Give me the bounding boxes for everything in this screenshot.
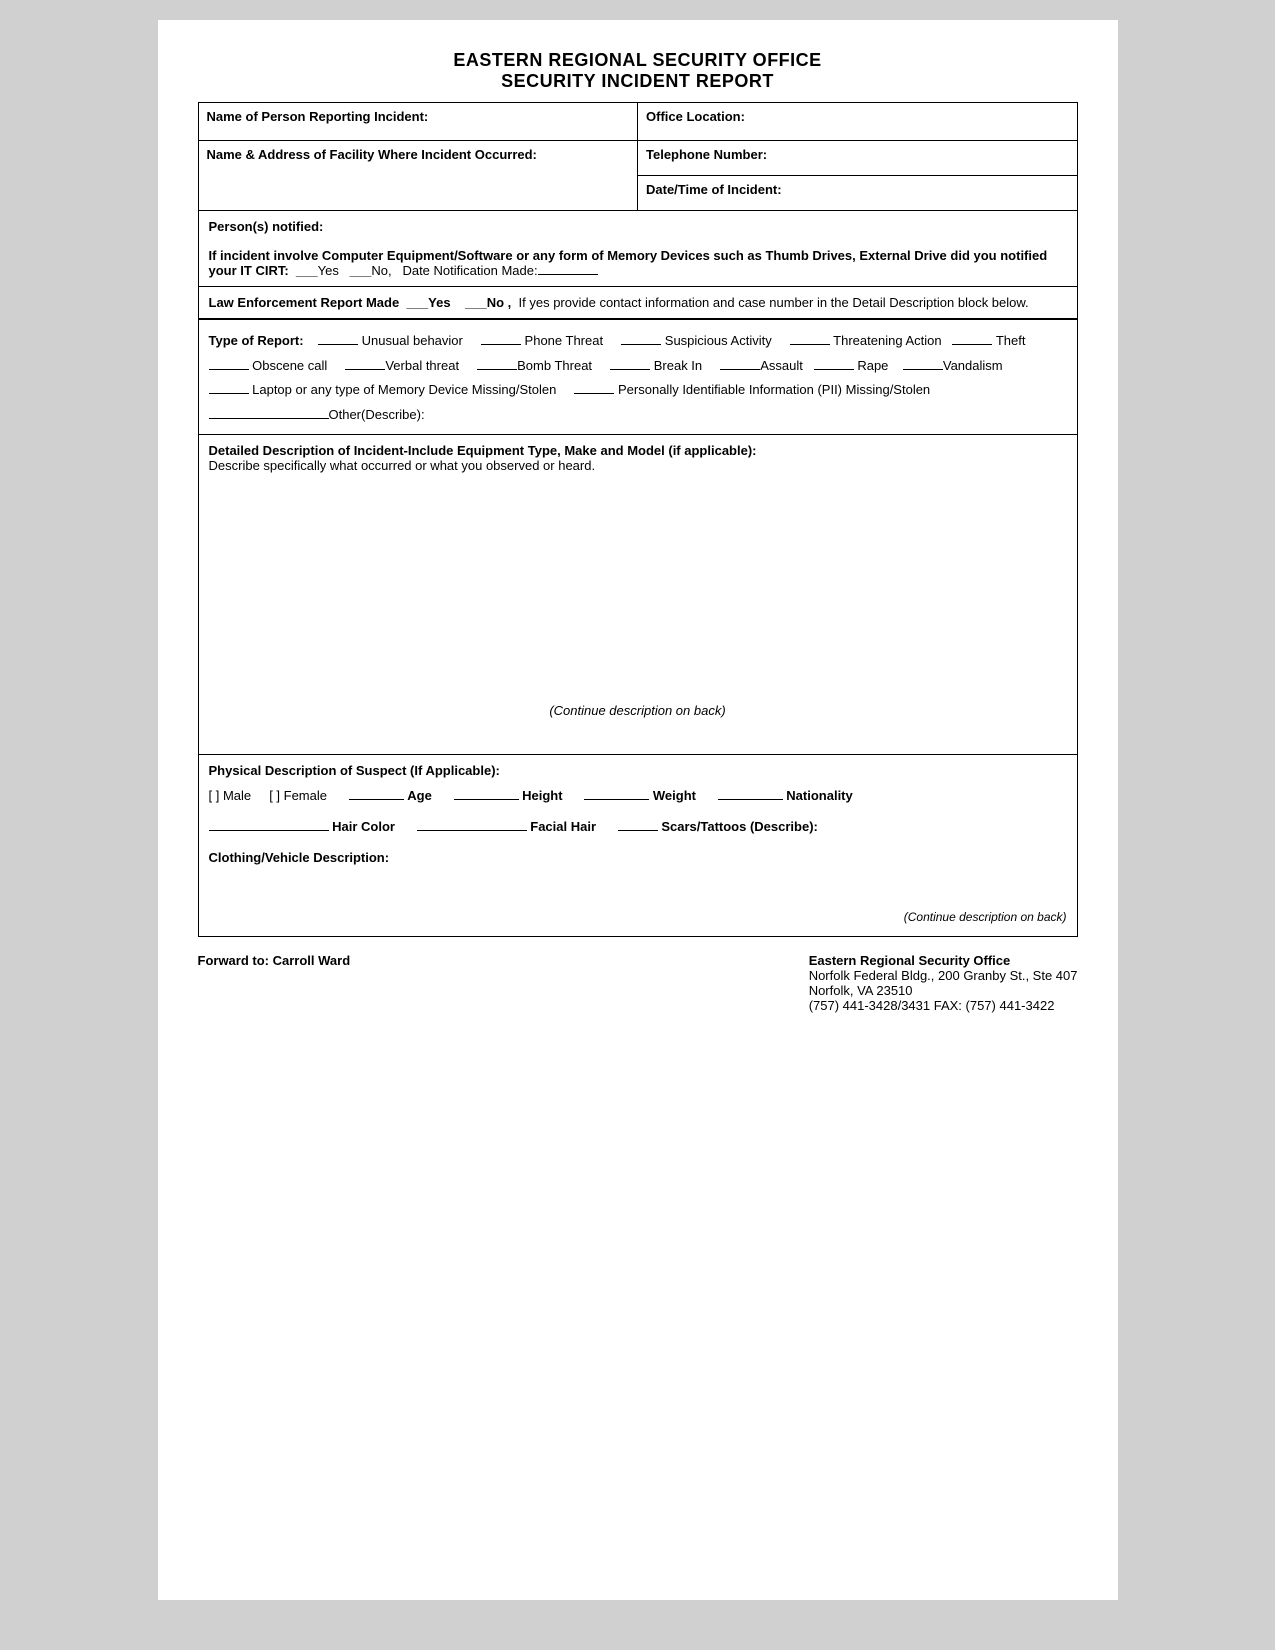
type-report-row4: Other(Describe): [209,403,1067,428]
other-describe: Other(Describe): [329,407,425,422]
physical-label: Physical Description of Suspect (If Appl… [209,763,1067,778]
office-address: Eastern Regional Security Office Norfolk… [809,953,1078,1013]
assault: Assault [760,358,803,373]
phone-threat: Phone Threat [525,333,604,348]
vandalism: Vandalism [943,358,1003,373]
persons-notified-section: Person(s) notified: If incident involve … [198,211,1078,287]
hair-color-label: Hair Color [332,819,395,834]
rape: Rape [857,358,888,373]
persons-notified-label: Person(s) notified: [209,219,1067,234]
threatening-action: Threatening Action [833,333,941,348]
office-addr-line1: Eastern Regional Security Office [809,953,1078,968]
gender-female: [ ] Female [269,788,327,803]
scars-label: Scars/Tattoos (Describe): [661,819,818,834]
hair-facial-row: Hair Color Facial Hair Scars/Tattoos (De… [209,814,1067,840]
nationality-label: Nationality [786,788,852,803]
continue-note: (Continue description on back) [209,703,1067,718]
office-addr-line2: Norfolk Federal Bldg., 200 Granby St., S… [809,968,1078,983]
laptop-missing: Laptop or any type of Memory Device Miss… [252,382,556,397]
gender-male: [ ] Male [209,788,252,803]
physical-description-section: Physical Description of Suspect (If Appl… [198,755,1078,937]
type-report-row2: Obscene call Verbal threat Bomb Threat B… [209,354,1067,379]
title-line1: EASTERN REGIONAL SECURITY OFFICE [198,50,1078,71]
gender-age-row: [ ] Male [ ] Female Age Height Weight Na… [209,783,1067,809]
page: EASTERN REGIONAL SECURITY OFFICE SECURIT… [158,20,1118,1600]
clothing-label: Clothing/Vehicle Description: [209,850,390,865]
unusual-behavior: Unusual behavior [362,333,463,348]
description-content-area[interactable] [209,473,1067,693]
continue-right: (Continue description on back) [209,906,1067,928]
description-label: Detailed Description of Incident-Include… [209,443,1067,473]
footer-section: Forward to: Carroll Ward Eastern Regiona… [198,953,1078,1013]
bomb-threat: Bomb Threat [517,358,592,373]
law-text: Law Enforcement Report Made ___Yes ___No… [209,295,1067,310]
facility-label: Name & Address of Facility Where Inciden… [207,147,537,162]
clothing-content[interactable] [209,876,1067,906]
title-block: EASTERN REGIONAL SECURITY OFFICE SECURIT… [198,50,1078,92]
title-line2: SECURITY INCIDENT REPORT [198,71,1078,92]
facial-hair-label: Facial Hair [530,819,596,834]
weight-label: Weight [653,788,696,803]
type-report-row1: Type of Report: Unusual behavior Phone T… [209,329,1067,354]
office-location-label: Office Location: [646,109,745,124]
forward-label: Forward to: Carroll Ward [198,953,351,968]
telephone-label: Telephone Number: [646,147,767,162]
theft: Theft [996,333,1026,348]
description-section: Detailed Description of Incident-Include… [198,435,1078,755]
name-reporting-label: Name of Person Reporting Incident: [207,109,429,124]
pii-missing: Personally Identifiable Information (PII… [618,382,930,397]
type-label: Type of Report: [209,333,304,348]
table-row: Name of Person Reporting Incident: Offic… [198,103,1077,141]
law-enforcement-section: Law Enforcement Report Made ___Yes ___No… [198,287,1078,319]
office-addr-line4: (757) 441-3428/3431 FAX: (757) 441-3422 [809,998,1078,1013]
obscene-call: Obscene call [252,358,327,373]
office-addr-line3: Norfolk, VA 23510 [809,983,1078,998]
age-label: Age [407,788,432,803]
table-row: Name & Address of Facility Where Inciden… [198,141,1077,176]
verbal-threat: Verbal threat [385,358,459,373]
main-table: Name of Person Reporting Incident: Offic… [198,102,1078,211]
type-of-report-section: Type of Report: Unusual behavior Phone T… [198,323,1078,435]
clothing-row: Clothing/Vehicle Description: [209,845,1067,871]
datetime-label: Date/Time of Incident: [646,182,782,197]
it-cirt-text: If incident involve Computer Equipment/S… [209,248,1067,278]
height-label: Height [522,788,562,803]
type-report-row3: Laptop or any type of Memory Device Miss… [209,378,1067,403]
suspicious-activity: Suspicious Activity [665,333,772,348]
break-in: Break In [654,358,702,373]
